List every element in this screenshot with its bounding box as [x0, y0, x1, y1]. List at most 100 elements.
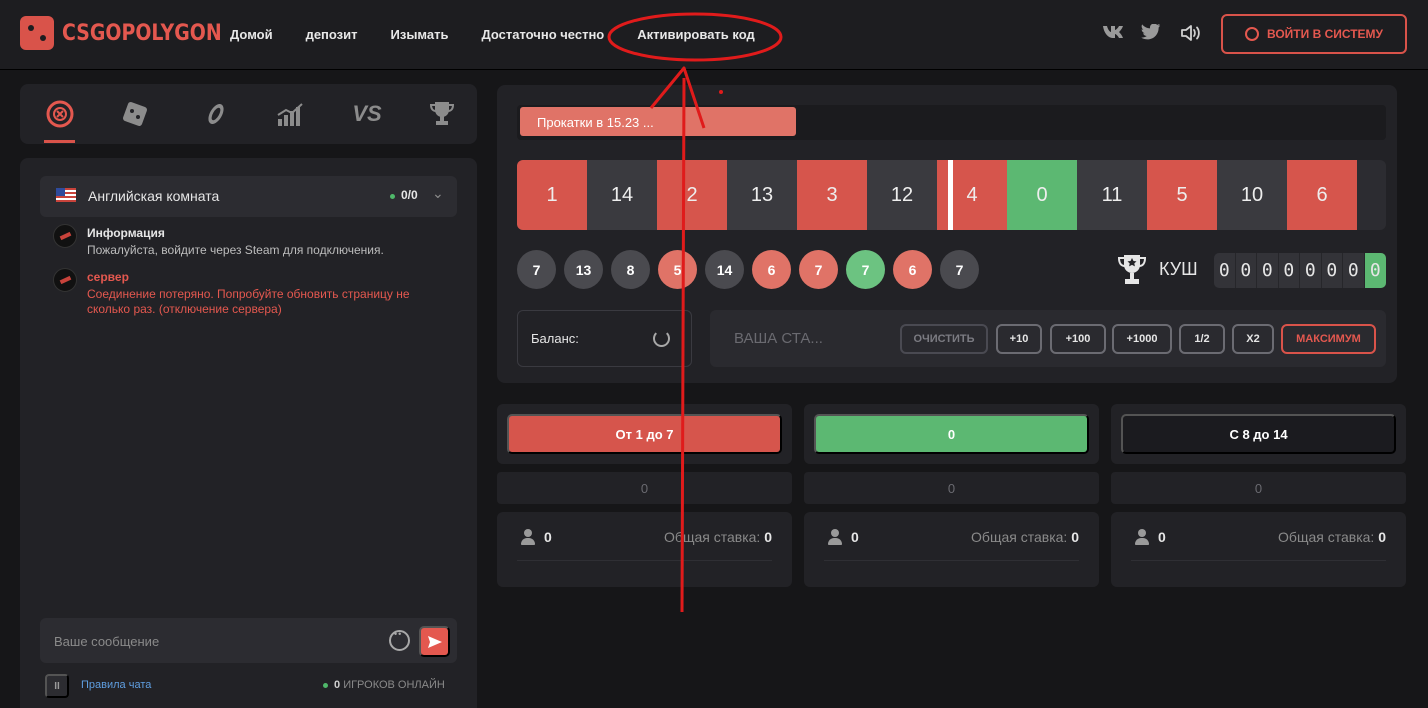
balance-box: Баланс: — [517, 310, 692, 367]
emoji-icon[interactable] — [389, 629, 410, 651]
add-100-button[interactable]: +100 — [1050, 324, 1106, 354]
jackpot-label: КУШ — [1159, 259, 1198, 279]
main-nav: Домой депозит Изымать Достаточно честно … — [230, 0, 788, 68]
message-text: Соединение потеряно. Попробуйте обновить… — [87, 287, 410, 316]
history-ball: 7 — [846, 250, 885, 289]
jackpot-digit: 0 — [1236, 253, 1257, 288]
clear-bet-button[interactable]: ОЧИСТИТЬ — [900, 324, 988, 354]
double-bet-button[interactable]: X2 — [1232, 324, 1274, 354]
jackpot-digit: 0 — [1257, 253, 1279, 288]
versus-icon[interactable]: VS — [351, 98, 383, 130]
crash-icon[interactable] — [274, 98, 306, 130]
dice-icon[interactable] — [119, 98, 151, 130]
column-total: 0 — [804, 472, 1099, 504]
bet-amount-input[interactable] — [734, 327, 894, 349]
balance-label: Баланс: — [531, 331, 579, 346]
refresh-icon[interactable] — [653, 330, 670, 347]
online-dot-icon — [390, 194, 395, 199]
top-header: CSGOPOLYGON Домой депозит Изымать Достат… — [0, 0, 1428, 70]
total-bet-value: 0 — [764, 529, 772, 545]
nav-deposit[interactable]: депозит — [306, 27, 358, 42]
twitter-icon[interactable] — [1140, 24, 1162, 41]
logo[interactable]: CSGOPOLYGON — [20, 16, 248, 50]
column-total: 0 — [497, 472, 792, 504]
nav-home[interactable]: Домой — [230, 27, 273, 42]
login-icon — [1244, 27, 1259, 41]
online-count: 0 — [334, 679, 341, 691]
coinflip-icon[interactable] — [200, 98, 232, 130]
roulette-panel: Прокатки в 15.23 ... 1 14 2 13 3 12 4 0 11 5 10 6 7… — [497, 85, 1397, 383]
jackpot-counter: 00000000 — [1214, 253, 1386, 288]
add-1000-button[interactable]: +1000 — [1112, 324, 1172, 354]
speaker-icon[interactable] — [1180, 24, 1204, 42]
roulette-marker — [948, 160, 953, 230]
jackpot-trophy-icon — [1117, 255, 1147, 284]
total-bet-label: Общая ставка: — [1278, 529, 1375, 545]
history-ball: 6 — [752, 250, 791, 289]
roulette-cell: 2 — [657, 160, 727, 230]
history-ball: 13 — [564, 250, 603, 289]
games-nav: VS — [20, 84, 477, 144]
half-bet-button[interactable]: 1/2 — [1179, 324, 1225, 354]
column-total: 0 — [1111, 472, 1406, 504]
room-selector[interactable]: Английская комната 0/0 ⌄ — [40, 176, 457, 217]
roulette-cell: 11 — [1077, 160, 1147, 230]
bet-column-red: От 1 до 7 — [497, 404, 792, 464]
online-counter: 0 ИГРОКОВ ОНЛАЙН — [323, 679, 445, 691]
player-count: 0 — [851, 529, 859, 545]
roulette-cell: 5 — [1147, 160, 1217, 230]
send-button[interactable] — [419, 626, 450, 657]
message-author: сервер — [87, 270, 129, 284]
chat-rules-link[interactable]: Правила чата — [81, 679, 151, 691]
user-icon — [828, 529, 842, 545]
roulette-cell: 3 — [797, 160, 867, 230]
history-ball: 7 — [517, 250, 556, 289]
history-ball: 6 — [893, 250, 932, 289]
history-ball: 7 — [940, 250, 979, 289]
history-ball: 14 — [705, 250, 744, 289]
roll-progress-track: Прокатки в 15.23 ... — [517, 105, 1386, 140]
chevron-down-icon[interactable]: ⌄ — [432, 185, 444, 202]
roulette-cell: 0 — [1007, 160, 1077, 230]
roll-progress-fill: Прокатки в 15.23 ... — [520, 107, 797, 136]
player-count: 0 — [544, 529, 552, 545]
history-ball: 7 — [799, 250, 838, 289]
avatar — [53, 224, 77, 248]
nav-activate-code[interactable]: Активировать код — [637, 27, 755, 42]
jackpot-digit: 0 — [1322, 253, 1343, 288]
total-bet-value: 0 — [1071, 529, 1079, 545]
roulette-icon[interactable] — [44, 98, 76, 130]
add-10-button[interactable]: +10 — [996, 324, 1042, 354]
roulette-cell: 14 — [587, 160, 657, 230]
divider — [1131, 560, 1386, 561]
chat-input-bar — [40, 618, 457, 663]
login-button[interactable]: ВОЙТИ В СИСТЕМУ — [1221, 14, 1407, 54]
message-text: Пожалуйста, войдите через Steam для подк… — [87, 243, 384, 257]
jackpot-digit: 0 — [1214, 253, 1236, 288]
avatar — [53, 268, 77, 292]
max-bet-button[interactable]: МАКСИМУМ — [1281, 324, 1376, 354]
jackpot-digit: 0 — [1300, 253, 1322, 288]
bet-controls: ОЧИСТИТЬ +10 +100 +1000 1/2 X2 МАКСИМУМ — [710, 310, 1386, 367]
vk-icon[interactable] — [1102, 24, 1124, 38]
divider — [517, 560, 772, 561]
roulette-cell: 12 — [867, 160, 937, 230]
send-icon — [427, 635, 442, 648]
bet-dark-button[interactable]: С 8 до 14 — [1121, 414, 1396, 454]
total-bet-label: Общая ставка: — [971, 529, 1068, 545]
logo-text: CSGOPOLYGON — [62, 20, 222, 46]
history-ball: 8 — [611, 250, 650, 289]
online-label: ИГРОКОВ ОНЛАЙН — [343, 679, 445, 691]
bet-red-button[interactable]: От 1 до 7 — [507, 414, 782, 454]
chat-message-input[interactable] — [54, 630, 374, 652]
roulette-cell: 10 — [1217, 160, 1287, 230]
bet-green-button[interactable]: 0 — [814, 414, 1089, 454]
nav-withdraw[interactable]: Изымать — [391, 27, 449, 42]
column-stats: 0 Общая ставка: 0 — [497, 512, 792, 587]
nav-provably-fair[interactable]: Достаточно честно — [481, 27, 604, 42]
total-bet: Общая ставка: 0 — [1278, 529, 1386, 545]
column-stats: 0 Общая ставка: 0 — [804, 512, 1099, 587]
roulette-cell: 6 — [1287, 160, 1357, 230]
trophy-icon[interactable] — [426, 98, 458, 130]
pause-chat-button[interactable]: II — [45, 674, 69, 698]
